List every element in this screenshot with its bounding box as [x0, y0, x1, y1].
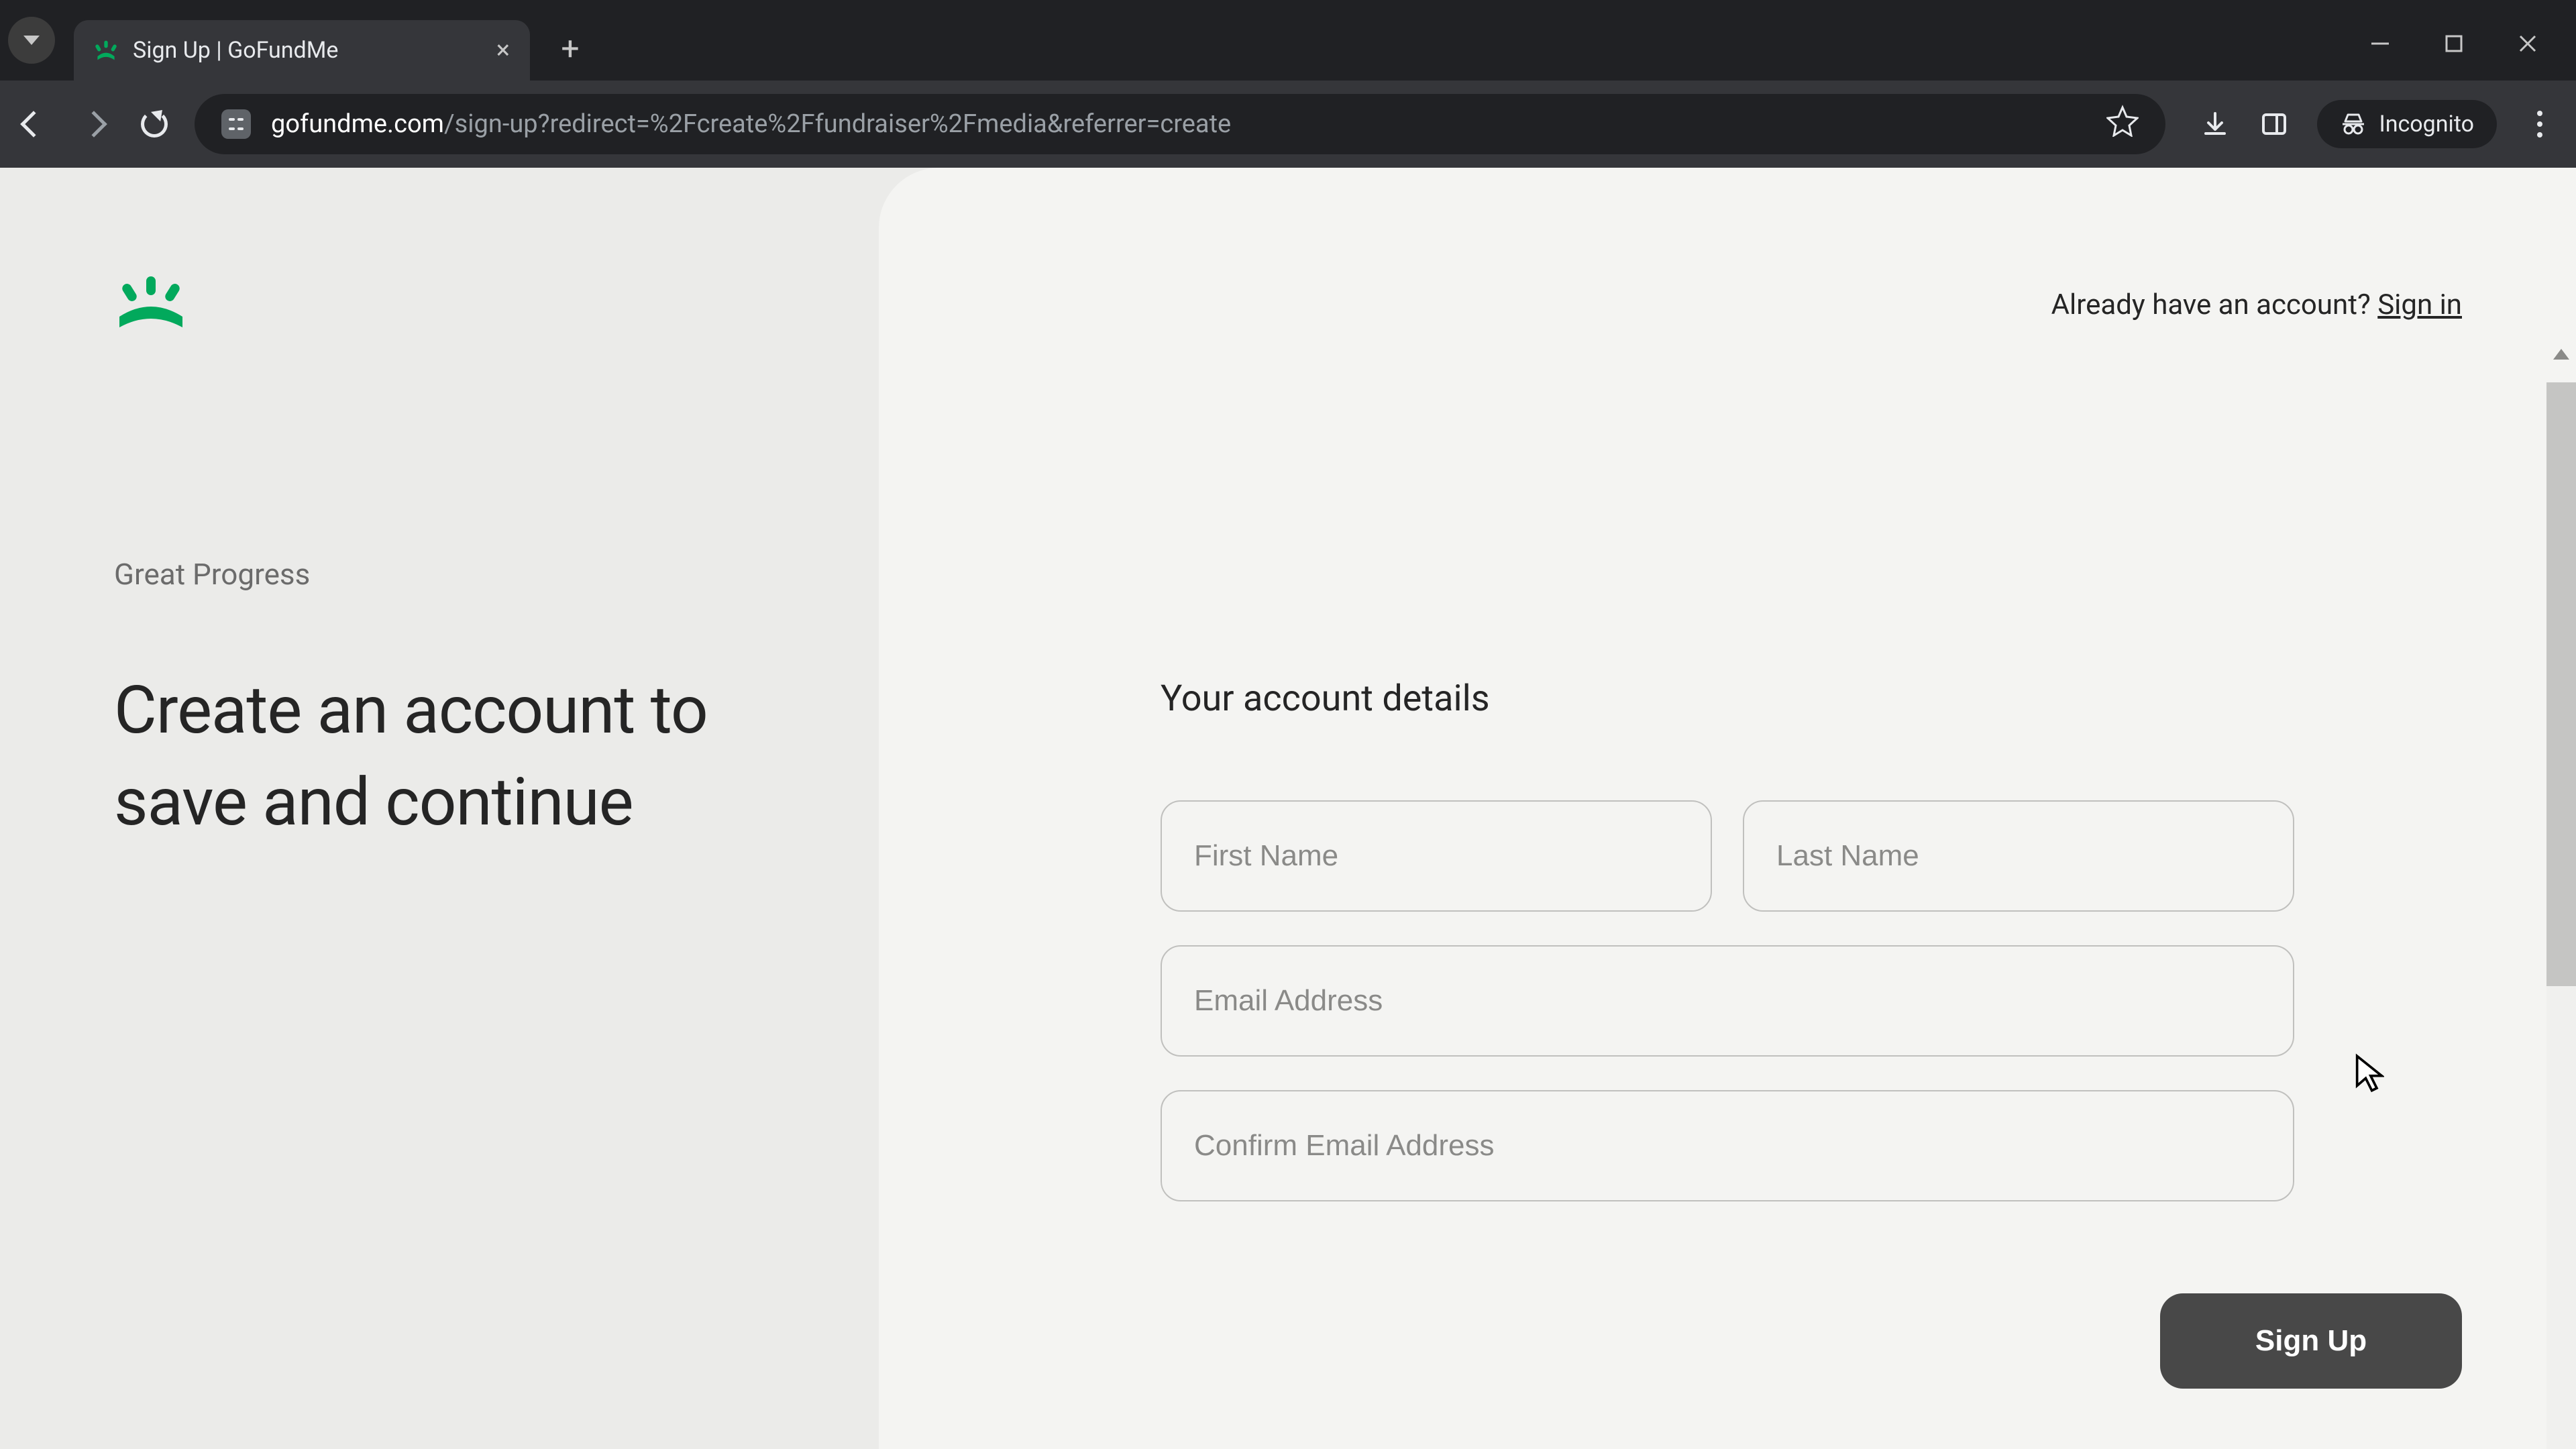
progress-label: Great Progress	[114, 557, 310, 592]
tab-search-button[interactable]	[8, 17, 55, 64]
last-name-input[interactable]	[1743, 800, 2294, 912]
address-bar[interactable]: gofundme.com/sign-up?redirect=%2Fcreate%…	[195, 94, 2165, 154]
forward-button[interactable]	[74, 104, 114, 144]
first-name-input[interactable]	[1161, 800, 1712, 912]
url-path: /sign-up?redirect=%2Fcreate%2Ffundraiser…	[444, 109, 1231, 139]
site-info-icon[interactable]	[221, 109, 251, 139]
page-body: Great Progress Create an account to save…	[0, 168, 2576, 1449]
kebab-menu-icon	[2537, 111, 2542, 138]
scrollbar-track[interactable]	[2546, 382, 2576, 1449]
gofundme-favicon-icon	[94, 38, 118, 62]
incognito-label: Incognito	[2379, 111, 2474, 138]
browser-menu-button[interactable]	[2524, 108, 2556, 140]
incognito-icon	[2340, 111, 2367, 138]
signin-link[interactable]: Sign in	[2377, 288, 2462, 321]
email-row	[1161, 945, 2294, 1057]
left-pane: Great Progress Create an account to save…	[0, 168, 879, 1449]
url-text: gofundme.com/sign-up?redirect=%2Fcreate%…	[271, 109, 2086, 139]
url-domain: gofundme.com	[271, 109, 444, 139]
reload-icon	[141, 111, 168, 138]
legal-suffix: .	[1238, 1391, 1245, 1424]
terms-of-service-link[interactable]: terms of service	[1695, 1343, 1897, 1376]
tab-title: Sign Up | GoFundMe	[133, 37, 482, 64]
downloads-icon[interactable]	[2199, 108, 2231, 140]
back-button[interactable]	[13, 104, 54, 144]
window-controls	[2367, 30, 2568, 57]
scrollbar-thumb[interactable]	[2546, 382, 2576, 986]
chevron-down-icon	[23, 36, 40, 45]
arrow-left-icon	[20, 111, 47, 138]
side-panel-icon[interactable]	[2258, 108, 2290, 140]
confirm-email-input[interactable]	[1161, 1090, 2294, 1201]
name-row	[1161, 800, 2294, 912]
tab-strip: Sign Up | GoFundMe × +	[0, 0, 2576, 80]
maximize-icon[interactable]	[2440, 30, 2467, 57]
legal-prefix: By continuing, you agree to the GoFundMe	[1161, 1343, 1695, 1376]
browser-tab[interactable]: Sign Up | GoFundMe ×	[74, 20, 530, 80]
incognito-indicator[interactable]: Incognito	[2317, 100, 2497, 148]
legal-mid: and	[1896, 1343, 1957, 1376]
minimize-icon[interactable]	[2367, 30, 2394, 57]
toolbar-right: Incognito	[2186, 100, 2563, 148]
arrow-right-icon	[80, 111, 107, 138]
gofundme-logo-icon[interactable]	[114, 275, 188, 331]
signin-prompt-text: Already have an account?	[2051, 288, 2378, 321]
email-input[interactable]	[1161, 945, 2294, 1057]
new-tab-button[interactable]: +	[550, 28, 590, 68]
scroll-up-icon[interactable]	[2553, 349, 2569, 360]
close-window-icon[interactable]	[2514, 30, 2541, 57]
legal-text: By continuing, you agree to the GoFundMe…	[1161, 1336, 2086, 1432]
signin-prompt: Already have an account? Sign in	[2051, 288, 2462, 321]
tab-close-icon[interactable]: ×	[496, 38, 510, 63]
right-pane: Already have an account? Sign in Your ac…	[879, 168, 2576, 1449]
page-headline: Create an account to save and continue	[114, 664, 785, 848]
reload-button[interactable]	[134, 104, 174, 144]
bookmark-star-icon[interactable]	[2106, 105, 2139, 144]
signup-button[interactable]: Sign Up	[2160, 1293, 2462, 1389]
browser-toolbar: gofundme.com/sign-up?redirect=%2Fcreate%…	[0, 80, 2576, 168]
browser-chrome: Sign Up | GoFundMe × + gofundme.com/sign…	[0, 0, 2576, 168]
confirm-email-row	[1161, 1090, 2294, 1201]
form-heading: Your account details	[1161, 678, 2294, 720]
